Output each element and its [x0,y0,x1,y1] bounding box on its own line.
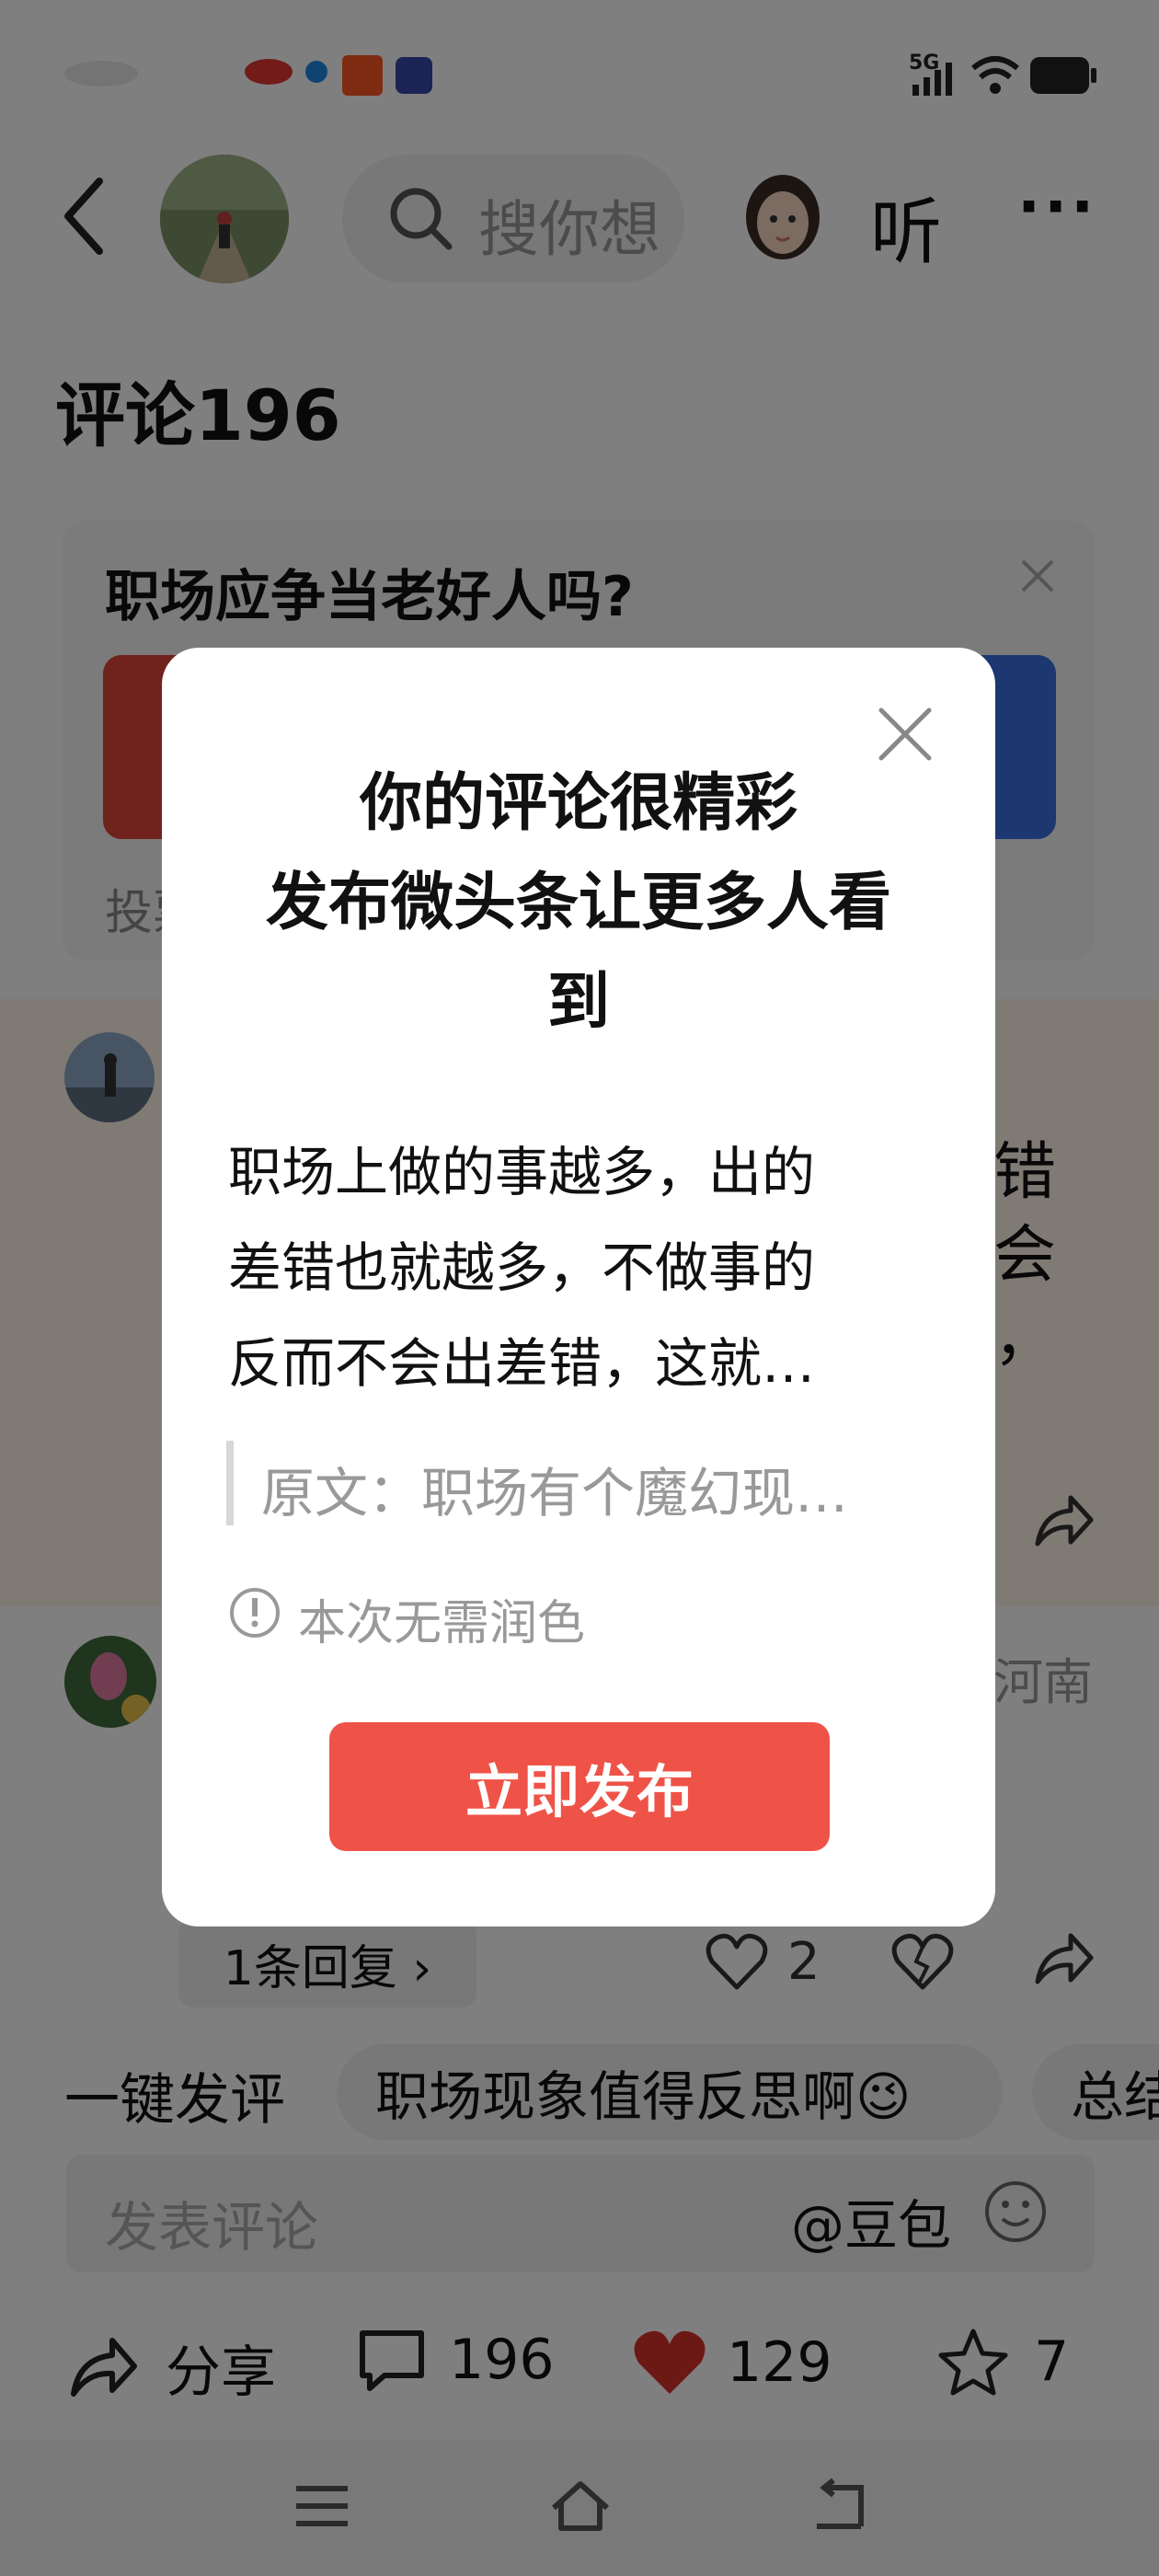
preview-line: 反而不会出差错，这就… [228,1332,816,1395]
preview-line: 差错也就越多，不做事的 [228,1236,816,1299]
info-icon [228,1586,281,1643]
dialog-comment-preview: 职场上做的事越多，出的 差错也就越多，不做事的 反而不会出差错，这就… [228,1124,909,1411]
dialog-title: 你的评论很精彩 发布微头条让更多人看 到 [162,754,995,1052]
quote-bar [226,1441,234,1525]
dialog-title-line: 到 [546,966,610,1039]
dialog-title-line: 发布微头条让更多人看 [265,867,891,939]
dialog-title-line: 你的评论很精彩 [359,767,798,840]
preview-line: 职场上做的事越多，出的 [228,1141,816,1203]
original-quote: 原文：职场有个魔幻现… [261,1462,849,1524]
publish-button[interactable]: 立即发布 [329,1722,830,1851]
polish-note: 本次无需润色 [298,1596,586,1651]
